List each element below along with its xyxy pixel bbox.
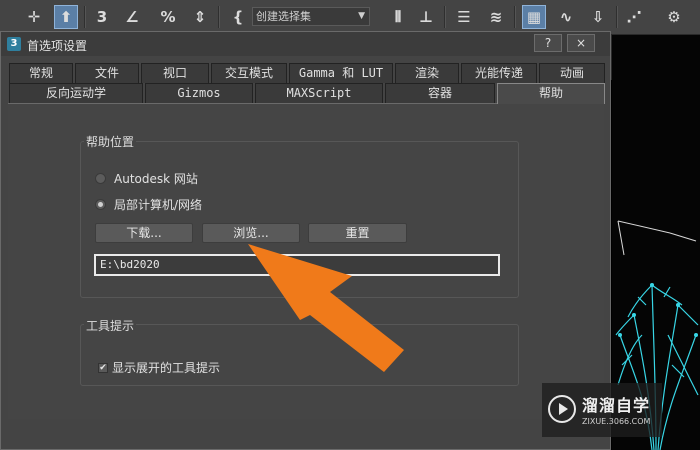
camera-wireframe: [617, 220, 697, 256]
tab-radiosity[interactable]: 光能传递: [461, 63, 537, 83]
toolbar-separator: [218, 6, 220, 28]
named-selection-icon[interactable]: {: [226, 5, 250, 29]
radio-button-selected[interactable]: [95, 199, 106, 210]
watermark: 溜溜自学 ZIXUE.3066.COM: [542, 383, 662, 437]
main-toolbar: ✛ ⬆ 3 ∠ % ⇕ { 创建选择集 ▼ ⫴ ⊥ ☰ ≋ ▦ ∿ ⇩ ⋰ ⚙: [0, 0, 700, 35]
plant-leaves: [618, 283, 698, 337]
help-path-input[interactable]: E:\bd2020: [94, 254, 500, 276]
tab-animation[interactable]: 动画: [539, 63, 605, 83]
tab-help[interactable]: 帮助: [497, 83, 605, 104]
selection-set-combo[interactable]: 创建选择集 ▼: [252, 7, 370, 26]
radio-autodesk-website-label: Autodesk 网站: [114, 172, 198, 186]
curve-editor-icon[interactable]: ∿: [554, 5, 578, 29]
toolbar-separator: [84, 6, 86, 28]
show-expanded-tooltips-checkbox[interactable]: ✔ 显示展开的工具提示: [98, 359, 220, 376]
selection-set-text: 创建选择集: [256, 10, 311, 23]
browse-button[interactable]: 浏览...: [202, 223, 300, 243]
tab-viewports[interactable]: 视口: [141, 63, 209, 83]
spinner-snap-icon[interactable]: ⇕: [188, 5, 212, 29]
help-location-label: 帮助位置: [84, 133, 137, 150]
angle-snap-icon[interactable]: ∠: [120, 5, 144, 29]
tab-inverse-kinematics[interactable]: 反向运动学: [9, 83, 143, 103]
radio-local-computer-label: 局部计算机/网络: [114, 198, 203, 212]
radio-local-computer[interactable]: 局部计算机/网络: [95, 196, 202, 213]
toolbar-separator: [444, 6, 446, 28]
mirror-icon[interactable]: ⫴: [386, 5, 410, 29]
checkbox-checked[interactable]: ✔: [98, 362, 108, 373]
tab-maxscript[interactable]: MAXScript: [255, 83, 383, 103]
app-icon: 3: [7, 37, 21, 51]
toggle-ribbon-icon[interactable]: ▦: [522, 5, 546, 29]
show-expanded-tooltips-label: 显示展开的工具提示: [112, 361, 221, 375]
dialog-titlebar[interactable]: 3 首选项设置 ? ×: [1, 32, 610, 56]
tab-containers[interactable]: 容器: [385, 83, 495, 103]
watermark-title: 溜溜自学: [582, 396, 651, 415]
chevron-down-icon: ▼: [358, 11, 365, 21]
toolbar-separator: [616, 6, 618, 28]
render-setup-icon[interactable]: ⚙: [662, 5, 686, 29]
select-icon[interactable]: ⬆: [54, 5, 78, 29]
tab-rendering[interactable]: 渲染: [395, 63, 459, 83]
download-button[interactable]: 下载...: [95, 223, 193, 243]
play-logo-icon: [548, 395, 576, 423]
help-button[interactable]: ?: [534, 34, 562, 52]
close-button[interactable]: ×: [567, 34, 595, 52]
snap-3d-icon[interactable]: 3: [90, 5, 114, 29]
tooltips-label: 工具提示: [84, 317, 137, 334]
tab-gizmos[interactable]: Gizmos: [145, 83, 253, 103]
tab-interaction-mode[interactable]: 交互模式: [211, 63, 287, 83]
tab-general[interactable]: 常规: [9, 63, 73, 83]
tab-gamma-lut[interactable]: Gamma 和 LUT: [289, 63, 393, 83]
toolbar-separator: [514, 6, 516, 28]
layer-explorer-icon[interactable]: ≋: [484, 5, 508, 29]
schematic-view-icon[interactable]: ⇩: [586, 5, 610, 29]
tab-files[interactable]: 文件: [75, 63, 139, 83]
tooltips-group: [80, 324, 519, 386]
align-icon[interactable]: ⊥: [414, 5, 438, 29]
watermark-subtitle: ZIXUE.3066.COM: [582, 417, 651, 426]
material-editor-icon[interactable]: ⋰: [622, 5, 646, 29]
move-icon[interactable]: ✛: [22, 5, 46, 29]
percent-snap-icon[interactable]: %: [156, 5, 180, 29]
radio-autodesk-website[interactable]: Autodesk 网站: [95, 170, 198, 187]
reset-button[interactable]: 重置: [308, 223, 407, 243]
radio-button[interactable]: [95, 173, 106, 184]
dialog-title: 首选项设置: [27, 39, 88, 53]
scene-explorer-icon[interactable]: ☰: [452, 5, 476, 29]
